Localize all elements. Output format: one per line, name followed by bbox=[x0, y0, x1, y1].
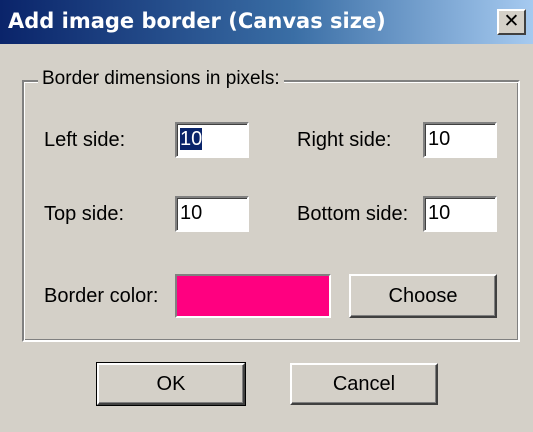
close-glyph: ✕ bbox=[503, 10, 520, 32]
top-side-input[interactable]: 10 bbox=[175, 196, 249, 232]
bottom-side-input[interactable]: 10 bbox=[423, 196, 497, 232]
ok-label: OK bbox=[156, 373, 186, 395]
choose-label: Choose bbox=[388, 285, 458, 307]
ok-button[interactable]: OK bbox=[96, 362, 246, 406]
right-side-input[interactable]: 10 bbox=[423, 122, 497, 158]
bottom-side-label: Bottom side: bbox=[297, 203, 409, 225]
cancel-label: Cancel bbox=[332, 373, 396, 395]
group-legend: Border dimensions in pixels: bbox=[38, 67, 284, 91]
add-image-border-dialog: Add image border (Canvas size) ✕ Border … bbox=[0, 0, 533, 432]
window-title: Add image border (Canvas size) bbox=[8, 9, 386, 33]
left-side-value: 10 bbox=[180, 128, 203, 150]
close-icon[interactable]: ✕ bbox=[497, 9, 526, 35]
top-side-label: Top side: bbox=[44, 203, 125, 225]
choose-color-button[interactable]: Choose bbox=[349, 274, 497, 318]
cancel-button[interactable]: Cancel bbox=[290, 363, 438, 405]
left-side-input[interactable]: 10 bbox=[175, 122, 249, 158]
bottom-side-value: 10 bbox=[428, 202, 451, 224]
border-color-label: Border color: bbox=[44, 285, 159, 307]
border-color-swatch bbox=[175, 274, 331, 318]
right-side-label: Right side: bbox=[297, 129, 392, 151]
title-bar[interactable]: Add image border (Canvas size) ✕ bbox=[0, 0, 533, 44]
right-side-value: 10 bbox=[428, 128, 451, 150]
left-side-label: Left side: bbox=[44, 129, 126, 151]
top-side-value: 10 bbox=[180, 202, 203, 224]
